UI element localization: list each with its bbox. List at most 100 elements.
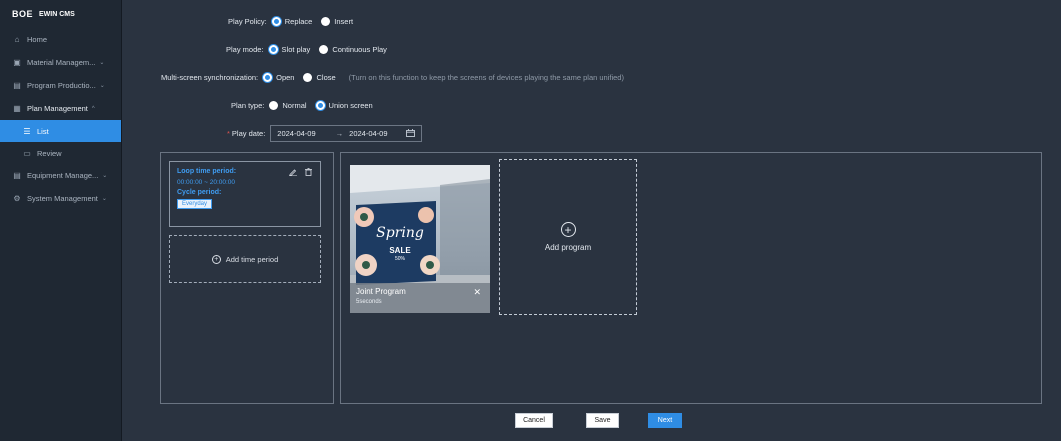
required-marker: * xyxy=(227,129,230,138)
plan-type-union-radio[interactable]: Union screen xyxy=(315,101,373,110)
radio-checked-icon xyxy=(268,45,278,54)
loop-time-range: 00:00:00 ~ 20:00:00 xyxy=(177,179,236,186)
sidebar-item-label: System Management xyxy=(27,194,98,203)
sidebar-item-system-management[interactable]: ⚙ System Management ⌄ xyxy=(0,187,121,210)
chevron-down-icon: ⌄ xyxy=(102,173,108,179)
chevron-down-icon: ⌄ xyxy=(99,60,105,66)
play-mode-row: Play mode: Slot play Continuous Play xyxy=(226,45,396,54)
plan-type-row: Plan type: Normal Union screen xyxy=(231,101,382,110)
edit-icon[interactable] xyxy=(289,168,297,178)
thumb-text-spring: Spring xyxy=(376,225,424,241)
brand-app-name: EWIN CMS xyxy=(39,10,75,18)
sidebar-item-label: Home xyxy=(27,35,48,44)
sidebar-item-equipment-management[interactable]: ▤ Equipment Manage... ⌄ xyxy=(0,164,121,187)
program-card[interactable]: Spring SALE 50% Joint Program 5seconds ✕ xyxy=(350,165,490,313)
plus-circle-icon: + xyxy=(560,222,576,237)
thumb-text-percent: 50% xyxy=(394,256,405,262)
calendar-icon: ▦ xyxy=(13,104,21,113)
brand-logo: BOE EWIN CMS xyxy=(0,0,121,28)
cancel-button[interactable]: Cancel xyxy=(515,413,553,428)
radio-label: Union screen xyxy=(328,101,373,110)
image-icon: ▣ xyxy=(13,58,21,67)
calendar-icon xyxy=(405,128,415,139)
chevron-down-icon: ⌄ xyxy=(101,196,107,202)
delete-icon[interactable] xyxy=(305,168,312,178)
next-button[interactable]: Next xyxy=(648,413,682,428)
radio-label: Slot play xyxy=(281,45,311,54)
play-mode-label: Play mode: xyxy=(226,45,264,54)
sidebar-item-review[interactable]: ▭ Review xyxy=(0,142,121,164)
brand-logo-text: BOE xyxy=(12,9,34,19)
program-panel: Spring SALE 50% Joint Program 5seconds ✕… xyxy=(340,152,1042,404)
radio-unchecked-icon xyxy=(321,17,331,26)
play-date-start[interactable]: 2024-04-09 xyxy=(277,129,315,138)
add-program-label: Add program xyxy=(544,243,592,252)
save-button[interactable]: Save xyxy=(586,413,619,428)
sidebar-item-label: Review xyxy=(37,148,62,158)
add-program-button[interactable]: + Add program xyxy=(499,159,637,315)
play-policy-replace-radio[interactable]: Replace xyxy=(271,17,313,26)
sidebar-item-list[interactable]: ☰ List xyxy=(0,120,121,142)
review-icon: ▭ xyxy=(23,148,31,158)
radio-checked-icon xyxy=(315,101,325,110)
play-policy-row: Play Policy: Replace Insert xyxy=(228,17,362,26)
sidebar-item-label: Program Productio... xyxy=(27,81,96,90)
chevron-down-icon: ⌄ xyxy=(99,83,105,89)
play-policy-label: Play Policy: xyxy=(228,17,267,26)
main-content: Play Policy: Replace Insert Play mode: S… xyxy=(122,0,1061,441)
radio-label: Insert xyxy=(334,17,354,26)
arrow-right-icon: → xyxy=(335,129,344,138)
sync-row: Multi-screen synchronization: Open Close… xyxy=(161,73,624,82)
sidebar-item-label: Plan Management xyxy=(27,104,88,113)
radio-label: Normal xyxy=(282,101,307,110)
sidebar-item-label: List xyxy=(37,126,49,136)
program-name: Joint Program xyxy=(356,287,406,296)
settings-icon: ⚙ xyxy=(13,194,21,203)
chevron-up-icon: ^ xyxy=(91,105,95,112)
program-icon: ▤ xyxy=(13,81,21,90)
sync-label: Multi-screen synchronization: xyxy=(161,73,259,82)
sync-hint: (Turn on this function to keep the scree… xyxy=(348,73,624,82)
home-icon: ⌂ xyxy=(14,35,20,44)
time-card-actions xyxy=(289,168,312,178)
cycle-period-title: Cycle period: xyxy=(177,189,222,196)
sidebar-item-program-production[interactable]: ▤ Program Productio... ⌄ xyxy=(0,74,121,97)
play-date-end[interactable]: 2024-04-09 xyxy=(349,129,387,138)
radio-label: Continuous Play xyxy=(332,45,387,54)
radio-label: Close xyxy=(316,73,336,82)
sync-open-radio[interactable]: Open xyxy=(263,73,294,82)
sidebar-item-label: Material Managem... xyxy=(27,58,96,67)
play-date-range-picker[interactable]: 2024-04-09 → 2024-04-09 xyxy=(270,125,422,142)
sidebar: BOE EWIN CMS ⌂ Home ▣ Material Managem..… xyxy=(0,0,122,441)
play-date-row: * Play date: 2024-04-09 → 2024-04-09 xyxy=(227,125,422,142)
play-date-label: Play date: xyxy=(231,129,266,138)
thumb-text-sale: SALE xyxy=(389,246,411,255)
play-mode-continuous-radio[interactable]: Continuous Play xyxy=(319,45,387,54)
program-duration: 5seconds xyxy=(356,299,382,305)
sidebar-item-plan-management[interactable]: ▦ Plan Management ^ xyxy=(0,97,121,120)
radio-unchecked-icon xyxy=(269,101,279,110)
equipment-icon: ▤ xyxy=(13,171,21,180)
sidebar-item-material-management[interactable]: ▣ Material Managem... ⌄ xyxy=(0,51,121,74)
plan-type-normal-radio[interactable]: Normal xyxy=(269,101,307,110)
close-icon[interactable]: ✕ xyxy=(473,287,481,298)
add-time-period-button[interactable]: + Add time period xyxy=(169,235,321,283)
radio-checked-icon xyxy=(271,17,281,26)
list-icon: ☰ xyxy=(23,126,31,136)
add-time-period-label: Add time period xyxy=(225,254,279,264)
sync-close-radio[interactable]: Close xyxy=(303,73,336,82)
sidebar-item-label: Equipment Manage... xyxy=(27,171,99,180)
radio-label: Replace xyxy=(284,17,313,26)
radio-unchecked-icon xyxy=(303,73,313,82)
sidebar-item-home[interactable]: ⌂ Home xyxy=(0,28,121,51)
radio-unchecked-icon xyxy=(319,45,329,54)
time-period-card[interactable]: Loop time period: 00:00:00 ~ 20:00:00 Cy… xyxy=(169,161,321,227)
radio-label: Open xyxy=(276,73,295,82)
play-policy-insert-radio[interactable]: Insert xyxy=(321,17,353,26)
plus-circle-icon: + xyxy=(211,254,221,264)
time-period-panel: Loop time period: 00:00:00 ~ 20:00:00 Cy… xyxy=(160,152,334,404)
plan-type-label: Plan type: xyxy=(231,101,265,110)
play-mode-slot-radio[interactable]: Slot play xyxy=(268,45,311,54)
program-card-footer: Joint Program 5seconds ✕ xyxy=(350,283,490,313)
cycle-period-tag: Everyday xyxy=(177,199,213,209)
